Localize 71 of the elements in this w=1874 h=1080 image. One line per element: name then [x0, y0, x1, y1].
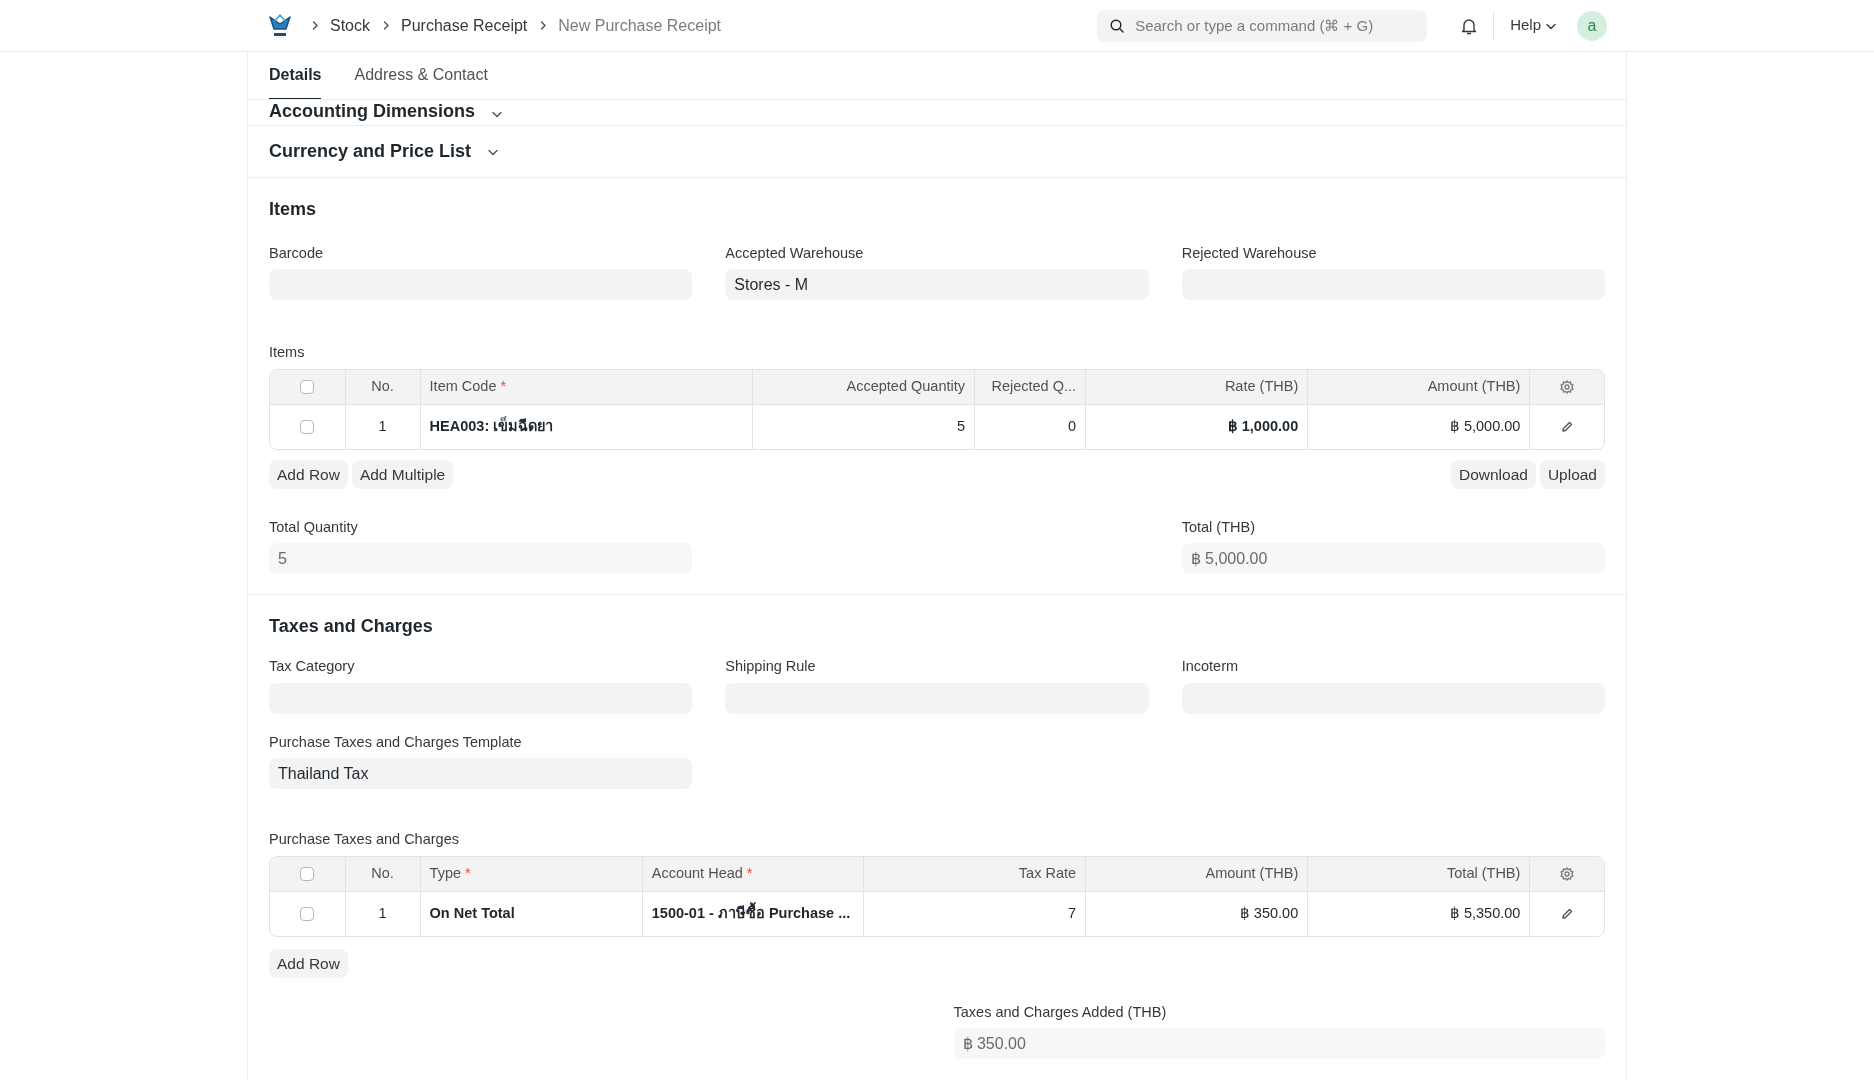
- grid-button[interactable]: Add Multiple: [351, 459, 454, 490]
- input-field[interactable]: 5: [269, 543, 693, 575]
- table-cell: 1500-01 - ภาษีซื้อ Purchase ...: [651, 904, 851, 921]
- grid-button[interactable]: Upload: [1539, 459, 1605, 490]
- field-label: Barcode: [269, 245, 323, 263]
- table-cell: ฿ 5,000.00: [1449, 418, 1521, 435]
- grid-button[interactable]: Add Row: [269, 459, 348, 490]
- grid-button[interactable]: Add Row: [269, 948, 348, 978]
- column-header: Item Code *: [429, 378, 507, 395]
- table-cell: 0: [1068, 418, 1077, 435]
- column-header: Total (THB): [1447, 864, 1521, 881]
- input-field[interactable]: Thailand Tax: [269, 758, 693, 790]
- row-checkbox[interactable]: [300, 420, 315, 435]
- section-heading: Taxes and Charges: [269, 615, 434, 639]
- grid-button[interactable]: Download: [1450, 459, 1536, 490]
- input-field[interactable]: ฿ 350.00: [953, 1028, 1605, 1060]
- column-header: Account Head *: [651, 864, 753, 881]
- column-header: Amount (THB): [1427, 378, 1521, 395]
- caret-down-icon: [491, 109, 503, 119]
- table-cell: HEA003: เข็มฉีดยา: [429, 418, 554, 435]
- select-all-checkbox[interactable]: [300, 380, 315, 395]
- select-all-checkbox[interactable]: [300, 867, 315, 882]
- field-label: Total Quantity: [269, 519, 358, 537]
- field-label: Shipping Rule: [725, 658, 816, 676]
- field-label: Purchase Taxes and Charges Template: [269, 733, 522, 752]
- field-label: Incoterm: [1181, 658, 1239, 676]
- breadcrumb-link[interactable]: New Purchase Receipt: [558, 13, 722, 38]
- column-header: No.: [371, 378, 394, 395]
- tab[interactable]: Address & Contact: [354, 52, 488, 99]
- table-cell: 1: [378, 418, 387, 435]
- chevron-right-icon: [539, 20, 549, 31]
- row-checkbox[interactable]: [300, 907, 315, 922]
- table-cell: ฿ 1,000.00: [1227, 418, 1299, 435]
- field-label: Total (THB): [1181, 519, 1255, 537]
- column-header: No.: [371, 864, 394, 881]
- tab[interactable]: Details: [269, 52, 322, 99]
- column-header: Rejected Q...: [991, 378, 1077, 395]
- input-field[interactable]: Stores - M: [725, 269, 1149, 301]
- column-header: Rate (THB): [1224, 378, 1299, 395]
- column-header: Accepted Quantity: [846, 378, 965, 395]
- pencil-icon: [1561, 908, 1574, 921]
- help-menu[interactable]: Help: [1510, 14, 1557, 37]
- table-label: Items: [269, 344, 305, 362]
- column-header: Tax Rate: [1018, 864, 1077, 881]
- input-field[interactable]: ฿ 5,000.00: [1181, 543, 1605, 575]
- table-cell: 5: [956, 418, 965, 435]
- avatar[interactable]: a: [1577, 10, 1607, 41]
- table-cell: On Net Total: [429, 904, 515, 921]
- section-heading[interactable]: Currency and Price List: [269, 138, 472, 165]
- section-heading[interactable]: Accounting Dimensions: [269, 98, 475, 125]
- table-cell: 1: [378, 904, 387, 921]
- table-cell: ฿ 350.00: [1239, 904, 1299, 921]
- bell-icon: [1461, 16, 1478, 35]
- table-cell: 7: [1068, 904, 1077, 921]
- field-label: Tax Category: [269, 658, 355, 676]
- column-header: Type *: [429, 864, 471, 881]
- field-label: Taxes and Charges Added (THB): [953, 1003, 1167, 1022]
- table-label: Purchase Taxes and Charges: [269, 831, 459, 849]
- table-cell: ฿ 5,350.00: [1449, 904, 1521, 921]
- settings-icon: [1560, 380, 1575, 395]
- chevron-right-icon: [311, 20, 320, 31]
- search-field[interactable]: Search or type a command (⌘ + G): [1097, 9, 1428, 42]
- breadcrumb-link[interactable]: Stock: [330, 13, 370, 38]
- pencil-icon: [1561, 421, 1574, 434]
- settings-icon: [1560, 867, 1575, 882]
- chevron-right-icon: [382, 20, 391, 31]
- section-heading: Items: [269, 198, 318, 221]
- field-label: Accepted Warehouse: [725, 245, 864, 263]
- breadcrumb-link[interactable]: Purchase Receipt: [401, 13, 528, 38]
- field-label: Rejected Warehouse: [1181, 245, 1317, 263]
- column-header: Amount (THB): [1205, 864, 1299, 881]
